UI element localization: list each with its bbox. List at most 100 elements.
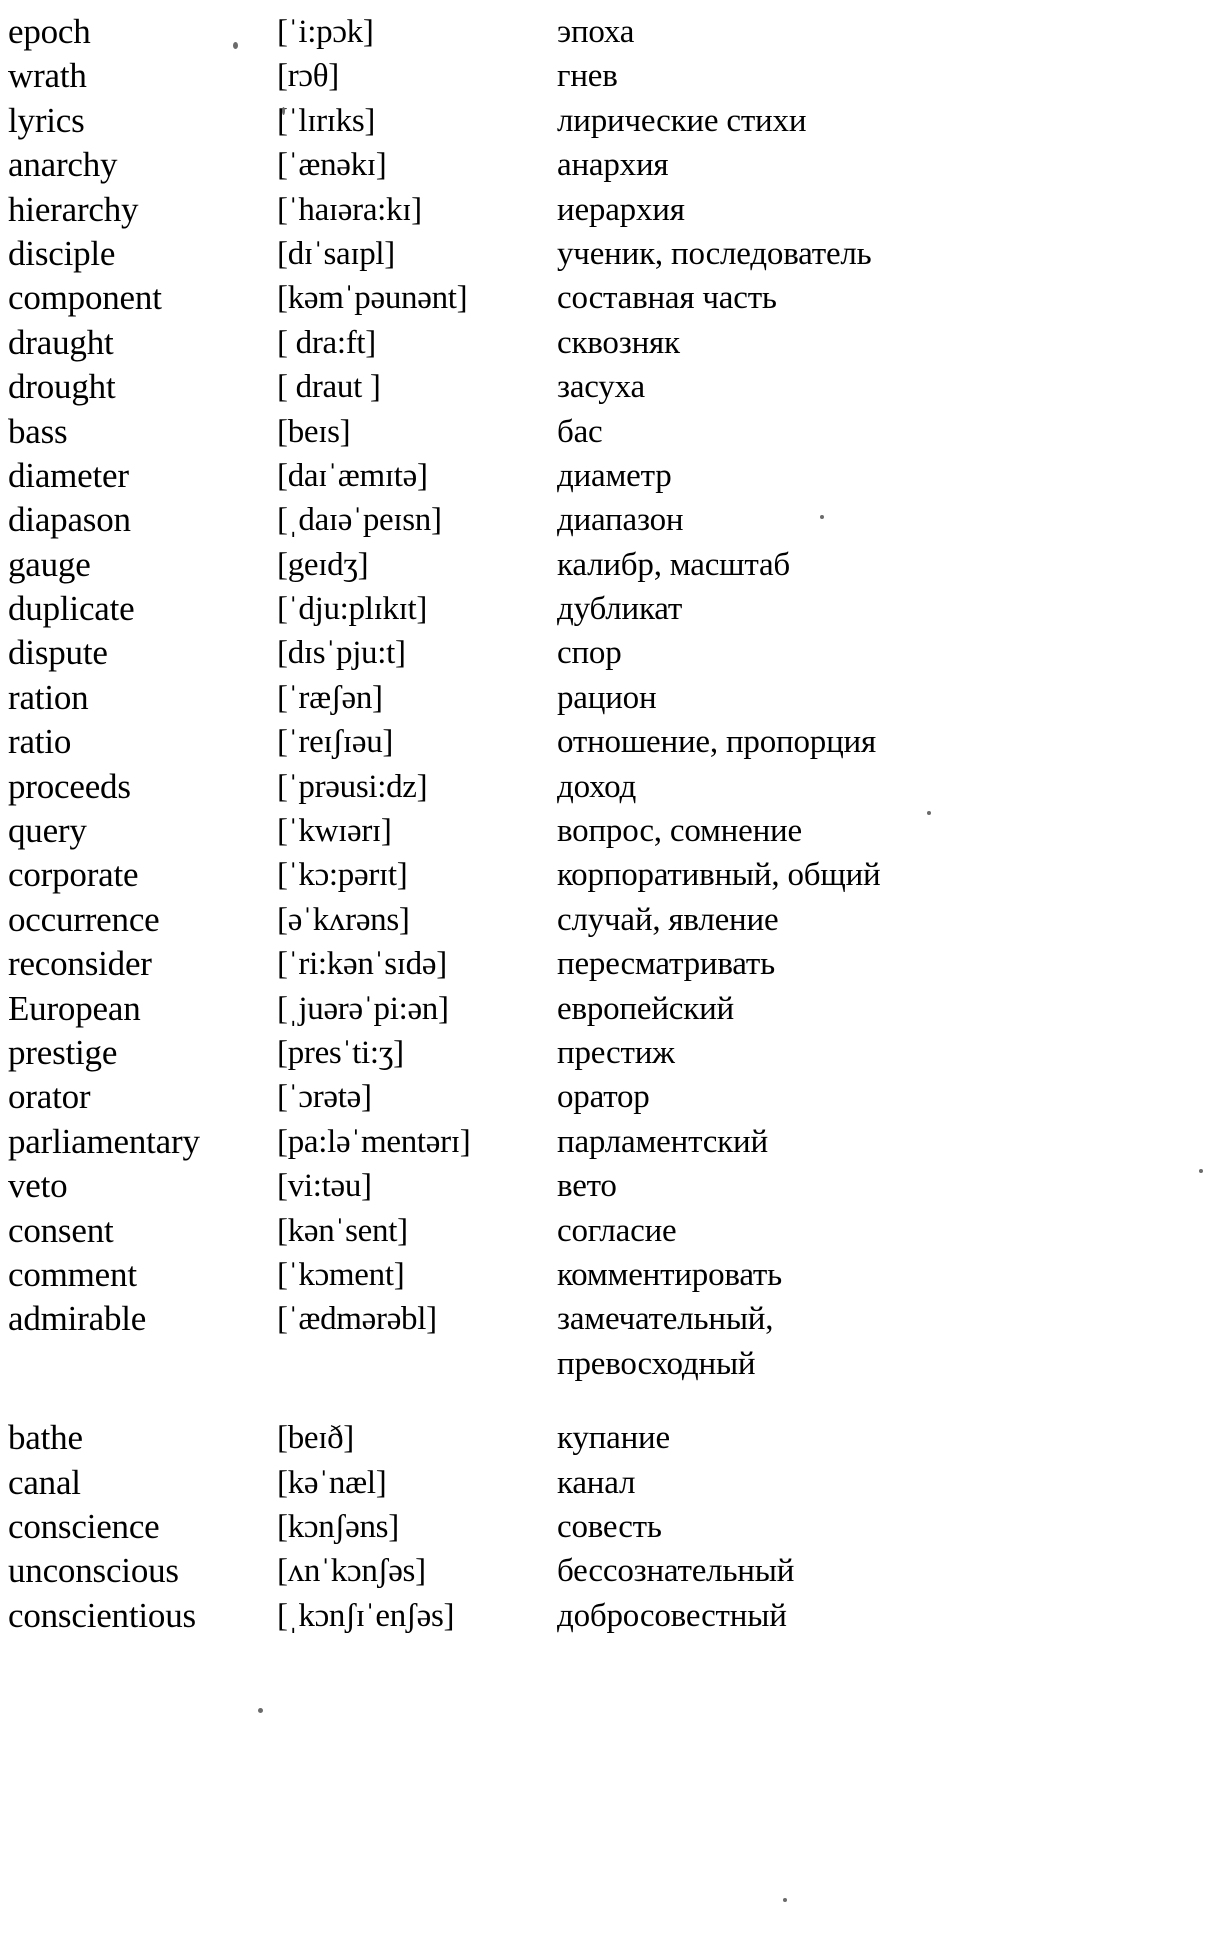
word-text: hierarchy <box>8 189 139 229</box>
transcription-text: [ˈlɪrɪks] <box>277 102 376 139</box>
vocabulary-row: comment [ˈkɔment] комментировать <box>0 1253 1220 1297</box>
translation-line: гнев <box>557 58 618 95</box>
transcription-text: [kənˈsent] <box>277 1212 408 1249</box>
translation-line: бас <box>557 413 603 450</box>
transcription-text: [daɪˈæmɪtə] <box>277 457 428 494</box>
vocabulary-row: hierarchy [ˈhaɪəra:kɪ] иерархия <box>0 188 1220 232</box>
vocabulary-list: epoch [ˈi:pɔk] эпоха wrath [rɔθ] гнев lyrics [ˈ… <box>0 0 1220 1638</box>
translation-text: отношение, пропорция <box>557 720 1220 764</box>
translation-text: дубликат <box>557 587 1220 631</box>
translation-line: добросовестный <box>557 1597 787 1634</box>
transcription-text: [əˈkʌrəns] <box>277 901 410 938</box>
translation-line: дубликат <box>557 591 683 628</box>
translation-text: парламентский <box>557 1120 1220 1164</box>
translation-line: пересматривать <box>557 946 775 983</box>
translation-line: парламентский <box>557 1123 768 1160</box>
translation-text: калибр, масштаб <box>557 543 1220 587</box>
translation-line: бессознательный <box>557 1553 795 1590</box>
translation-text: купание <box>557 1416 1220 1460</box>
translation-line: ученик, последователь <box>557 235 872 272</box>
translation-line: рацион <box>557 679 657 716</box>
transcription-text: [ draut ] <box>277 369 381 406</box>
vocabulary-row: component [kəmˈpəunənt] составная часть <box>0 276 1220 320</box>
translation-line: превосходный <box>557 1345 756 1382</box>
word-text: comment <box>8 1254 137 1294</box>
translation-line: калибр, масштаб <box>557 546 791 583</box>
transcription-text: [dɪsˈpju:t] <box>277 635 406 672</box>
translation-line: анархия <box>557 147 669 184</box>
translation-text: эпоха <box>557 10 1220 54</box>
word-text: prestige <box>8 1032 118 1072</box>
word-text: gauge <box>8 544 91 584</box>
transcription-text: [beɪs] <box>277 413 351 450</box>
word-text: proceeds <box>8 766 131 806</box>
translation-line: засуха <box>557 369 645 406</box>
word-text: corporate <box>8 855 139 895</box>
transcription-text: [dɪˈsaɪpl] <box>277 235 395 272</box>
vocabulary-row: ration [ˈræʃən] рацион <box>0 676 1220 720</box>
translation-line: канал <box>557 1464 636 1501</box>
translation-line: составная часть <box>557 280 777 317</box>
translation-line: спор <box>557 635 622 672</box>
translation-text: гнев <box>557 54 1220 98</box>
transcription-text: [rɔθ] <box>277 58 339 95</box>
paper-speck <box>927 811 931 815</box>
word-text: disciple <box>8 233 116 273</box>
translation-text: случай, явление <box>557 898 1220 942</box>
transcription-text: [ʌnˈkɔnʃəs] <box>277 1553 426 1590</box>
vocabulary-row: admirable [ˈædmərəbl] замечательный, превос… <box>0 1297 1220 1386</box>
translation-text: замечательный, превосходный <box>557 1297 1220 1386</box>
word-text: anarchy <box>8 145 118 185</box>
paper-speck <box>1199 1169 1203 1173</box>
translation-text: лирические стихи <box>557 99 1220 143</box>
translation-text: комментировать <box>557 1253 1220 1297</box>
word-text: query <box>8 811 87 851</box>
translation-line: вето <box>557 1168 617 1205</box>
transcription-text: [ dra:ft] <box>277 324 376 361</box>
vocabulary-row: proceeds [ˈprəusi:dz] доход <box>0 765 1220 809</box>
translation-line: европейский <box>557 990 734 1027</box>
transcription-text: [ˈkɔ:pərɪt] <box>277 857 408 894</box>
word-text: European <box>8 988 141 1028</box>
translation-text: согласие <box>557 1209 1220 1253</box>
paper-speck <box>233 42 238 49</box>
vocabulary-row: diameter [daɪˈæmɪtə] диаметр <box>0 454 1220 498</box>
transcription-text: [ˈɔrətə] <box>277 1079 372 1116</box>
translation-text: спор <box>557 631 1220 675</box>
translation-line: комментировать <box>557 1256 782 1293</box>
translation-text: пересматривать <box>557 942 1220 986</box>
transcription-text: [kəmˈpəunənt] <box>277 280 468 317</box>
vocabulary-row: wrath [rɔθ] гнев <box>0 54 1220 98</box>
transcription-text: [kəˈnæl] <box>277 1464 387 1501</box>
transcription-text: [pa:ləˈmentərɪ] <box>277 1123 471 1160</box>
transcription-text: [ˈdju:plɪkɪt] <box>277 591 428 628</box>
word-text: consent <box>8 1210 114 1250</box>
vocabulary-row: disciple [dɪˈsaɪpl] ученик, последователь <box>0 232 1220 276</box>
word-text: parliamentary <box>8 1121 200 1161</box>
translation-line: случай, явление <box>557 901 779 938</box>
translation-line: лирические стихи <box>557 102 807 139</box>
vocabulary-row: conscientious [ˌkɔnʃɪˈenʃəs] добросовестны… <box>0 1594 1220 1638</box>
vocabulary-row: veto [vi:təu] вето <box>0 1164 1220 1208</box>
translation-line: доход <box>557 768 637 805</box>
vocabulary-row: draught [ dra:ft] сквозняк <box>0 321 1220 365</box>
word-text: component <box>8 278 162 318</box>
vocabulary-row: reconsider [ˈri:kənˈsɪdə] пересматривать <box>0 942 1220 986</box>
word-text: reconsider <box>8 944 152 984</box>
vocabulary-row: orator [ˈɔrətə] оратор <box>0 1075 1220 1119</box>
word-text: admirable <box>8 1299 147 1339</box>
translation-text: добросовестный <box>557 1594 1220 1638</box>
transcription-text: [kɔnʃəns] <box>277 1508 399 1545</box>
vocabulary-row: lyrics [ˈlɪrɪks] лирические стихи <box>0 99 1220 143</box>
translation-line: оратор <box>557 1079 650 1116</box>
word-text: veto <box>8 1166 68 1206</box>
vocabulary-row: gauge [geɪdʒ] калибр, масштаб <box>0 543 1220 587</box>
vocabulary-row: bathe [beɪð] купание <box>0 1416 1220 1460</box>
vocabulary-row: parliamentary [pa:ləˈmentərɪ] парламентски… <box>0 1120 1220 1164</box>
transcription-text: [ˈædmərəbl] <box>277 1301 437 1338</box>
vocabulary-row: query [ˈkwɪərɪ] вопрос, сомнение <box>0 809 1220 853</box>
translation-text: вопрос, сомнение <box>557 809 1220 853</box>
translation-text: диаметр <box>557 454 1220 498</box>
word-text: diapason <box>8 500 131 540</box>
translation-line: престиж <box>557 1034 675 1071</box>
